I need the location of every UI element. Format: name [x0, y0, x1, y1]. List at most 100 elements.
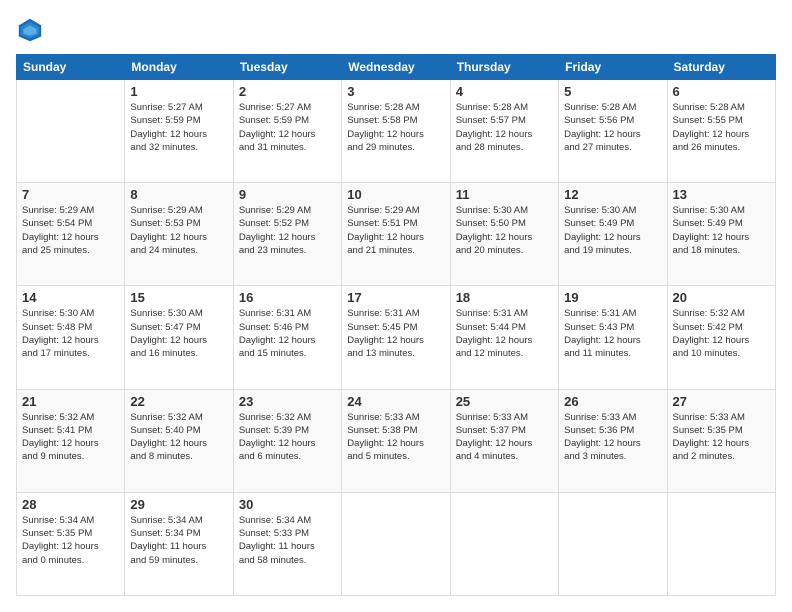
day-number: 20 [673, 290, 770, 305]
col-header-thursday: Thursday [450, 55, 558, 80]
day-cell [667, 492, 775, 595]
day-cell: 18 Sunrise: 5:31 AM Sunset: 5:44 PM Dayli… [450, 286, 558, 389]
day-info: Sunrise: 5:33 AM Sunset: 5:35 PM Dayligh… [673, 411, 770, 464]
day-info: Sunrise: 5:34 AM Sunset: 5:35 PM Dayligh… [22, 514, 119, 567]
day-cell: 9Sunrise: 5:29 AM Sunset: 5:52 PM Daylig… [233, 183, 341, 286]
day-number: 23 [239, 394, 336, 409]
day-number: 13 [673, 187, 770, 202]
day-number: 10 [347, 187, 444, 202]
day-number: 17 [347, 290, 444, 305]
day-info: Sunrise: 5:30 AM Sunset: 5:49 PM Dayligh… [673, 204, 770, 257]
day-cell: 7Sunrise: 5:29 AM Sunset: 5:54 PM Daylig… [17, 183, 125, 286]
day-info: Sunrise: 5:30 AM Sunset: 5:50 PM Dayligh… [456, 204, 553, 257]
day-number: 6 [673, 84, 770, 99]
week-row-5: 28Sunrise: 5:34 AM Sunset: 5:35 PM Dayli… [17, 492, 776, 595]
day-info: Sunrise: 5:28 AM Sunset: 5:55 PM Dayligh… [673, 101, 770, 154]
day-info: Sunrise: 5:33 AM Sunset: 5:36 PM Dayligh… [564, 411, 661, 464]
day-cell: 25 Sunrise: 5:33 AM Sunset: 5:37 PM Dayli… [450, 389, 558, 492]
day-cell: 6 Sunrise: 5:28 AM Sunset: 5:55 PM Daylig… [667, 80, 775, 183]
day-number: 22 [130, 394, 227, 409]
day-info: Sunrise: 5:27 AM Sunset: 5:59 PM Dayligh… [130, 101, 227, 154]
day-info: Sunrise: 5:28 AM Sunset: 5:58 PM Dayligh… [347, 101, 444, 154]
col-header-monday: Monday [125, 55, 233, 80]
page: SundayMondayTuesdayWednesdayThursdayFrid… [0, 0, 792, 612]
day-cell: 12 Sunrise: 5:30 AM Sunset: 5:49 PM Dayli… [559, 183, 667, 286]
day-number: 2 [239, 84, 336, 99]
day-info: Sunrise: 5:29 AM Sunset: 5:51 PM Dayligh… [347, 204, 444, 257]
day-cell: 5 Sunrise: 5:28 AM Sunset: 5:56 PM Daylig… [559, 80, 667, 183]
day-cell: 4 Sunrise: 5:28 AM Sunset: 5:57 PM Daylig… [450, 80, 558, 183]
day-cell: 2 Sunrise: 5:27 AM Sunset: 5:59 PM Daylig… [233, 80, 341, 183]
day-number: 9 [239, 187, 336, 202]
day-number: 4 [456, 84, 553, 99]
day-cell [17, 80, 125, 183]
day-info: Sunrise: 5:30 AM Sunset: 5:49 PM Dayligh… [564, 204, 661, 257]
day-number: 21 [22, 394, 119, 409]
day-cell: 29Sunrise: 5:34 AM Sunset: 5:34 PM Dayli… [125, 492, 233, 595]
day-info: Sunrise: 5:32 AM Sunset: 5:40 PM Dayligh… [130, 411, 227, 464]
day-number: 8 [130, 187, 227, 202]
day-info: Sunrise: 5:28 AM Sunset: 5:56 PM Dayligh… [564, 101, 661, 154]
day-cell: 14 Sunrise: 5:30 AM Sunset: 5:48 PM Dayli… [17, 286, 125, 389]
calendar-table: SundayMondayTuesdayWednesdayThursdayFrid… [16, 54, 776, 596]
day-cell: 19 Sunrise: 5:31 AM Sunset: 5:43 PM Dayli… [559, 286, 667, 389]
day-cell: 16Sunrise: 5:31 AM Sunset: 5:46 PM Dayli… [233, 286, 341, 389]
day-number: 11 [456, 187, 553, 202]
day-cell: 26Sunrise: 5:33 AM Sunset: 5:36 PM Dayli… [559, 389, 667, 492]
day-cell: 10 Sunrise: 5:29 AM Sunset: 5:51 PM Dayli… [342, 183, 450, 286]
day-cell: 1 Sunrise: 5:27 AM Sunset: 5:59 PM Daylig… [125, 80, 233, 183]
logo-icon [16, 16, 44, 44]
day-info: Sunrise: 5:31 AM Sunset: 5:44 PM Dayligh… [456, 307, 553, 360]
day-cell: 27 Sunrise: 5:33 AM Sunset: 5:35 PM Dayli… [667, 389, 775, 492]
logo [16, 16, 48, 44]
day-number: 25 [456, 394, 553, 409]
day-number: 5 [564, 84, 661, 99]
week-row-2: 7Sunrise: 5:29 AM Sunset: 5:54 PM Daylig… [17, 183, 776, 286]
day-info: Sunrise: 5:32 AM Sunset: 5:41 PM Dayligh… [22, 411, 119, 464]
day-number: 15 [130, 290, 227, 305]
day-cell [450, 492, 558, 595]
week-row-3: 14 Sunrise: 5:30 AM Sunset: 5:48 PM Dayli… [17, 286, 776, 389]
day-number: 7 [22, 187, 119, 202]
day-cell [559, 492, 667, 595]
day-cell: 30 Sunrise: 5:34 AM Sunset: 5:33 PM Dayli… [233, 492, 341, 595]
day-info: Sunrise: 5:34 AM Sunset: 5:34 PM Dayligh… [130, 514, 227, 567]
col-header-friday: Friday [559, 55, 667, 80]
header [16, 16, 776, 44]
day-number: 19 [564, 290, 661, 305]
day-cell: 28Sunrise: 5:34 AM Sunset: 5:35 PM Dayli… [17, 492, 125, 595]
day-info: Sunrise: 5:32 AM Sunset: 5:39 PM Dayligh… [239, 411, 336, 464]
day-number: 18 [456, 290, 553, 305]
day-number: 1 [130, 84, 227, 99]
day-info: Sunrise: 5:32 AM Sunset: 5:42 PM Dayligh… [673, 307, 770, 360]
week-row-1: 1 Sunrise: 5:27 AM Sunset: 5:59 PM Daylig… [17, 80, 776, 183]
day-number: 3 [347, 84, 444, 99]
day-cell [342, 492, 450, 595]
day-number: 24 [347, 394, 444, 409]
day-info: Sunrise: 5:27 AM Sunset: 5:59 PM Dayligh… [239, 101, 336, 154]
col-header-sunday: Sunday [17, 55, 125, 80]
day-number: 14 [22, 290, 119, 305]
day-number: 27 [673, 394, 770, 409]
col-header-tuesday: Tuesday [233, 55, 341, 80]
day-info: Sunrise: 5:30 AM Sunset: 5:48 PM Dayligh… [22, 307, 119, 360]
day-info: Sunrise: 5:31 AM Sunset: 5:46 PM Dayligh… [239, 307, 336, 360]
day-info: Sunrise: 5:33 AM Sunset: 5:37 PM Dayligh… [456, 411, 553, 464]
day-cell: 15Sunrise: 5:30 AM Sunset: 5:47 PM Dayli… [125, 286, 233, 389]
day-number: 30 [239, 497, 336, 512]
day-number: 12 [564, 187, 661, 202]
col-header-wednesday: Wednesday [342, 55, 450, 80]
day-info: Sunrise: 5:29 AM Sunset: 5:53 PM Dayligh… [130, 204, 227, 257]
day-cell: 3 Sunrise: 5:28 AM Sunset: 5:58 PM Daylig… [342, 80, 450, 183]
day-info: Sunrise: 5:33 AM Sunset: 5:38 PM Dayligh… [347, 411, 444, 464]
day-cell: 20 Sunrise: 5:32 AM Sunset: 5:42 PM Dayli… [667, 286, 775, 389]
column-header-row: SundayMondayTuesdayWednesdayThursdayFrid… [17, 55, 776, 80]
week-row-4: 21 Sunrise: 5:32 AM Sunset: 5:41 PM Dayli… [17, 389, 776, 492]
day-info: Sunrise: 5:28 AM Sunset: 5:57 PM Dayligh… [456, 101, 553, 154]
day-info: Sunrise: 5:31 AM Sunset: 5:43 PM Dayligh… [564, 307, 661, 360]
day-info: Sunrise: 5:34 AM Sunset: 5:33 PM Dayligh… [239, 514, 336, 567]
day-cell: 17Sunrise: 5:31 AM Sunset: 5:45 PM Dayli… [342, 286, 450, 389]
col-header-saturday: Saturday [667, 55, 775, 80]
day-cell: 23 Sunrise: 5:32 AM Sunset: 5:39 PM Dayli… [233, 389, 341, 492]
day-cell: 24 Sunrise: 5:33 AM Sunset: 5:38 PM Dayli… [342, 389, 450, 492]
